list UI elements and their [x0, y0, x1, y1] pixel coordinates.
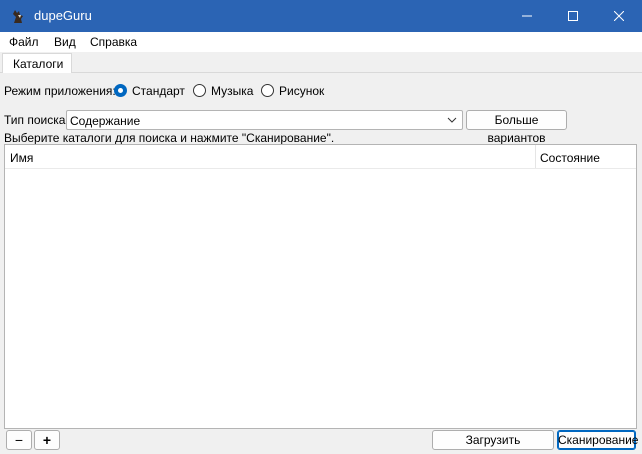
minimize-button[interactable] — [504, 0, 550, 32]
radio-music[interactable] — [193, 84, 206, 97]
add-directory-button[interactable]: + — [34, 430, 60, 450]
tab-strip: Каталоги — [0, 52, 642, 74]
directories-panel: Режим приложения: Стандарт Музыка Рисуно… — [0, 73, 642, 454]
scan-type-value: Содержание — [70, 114, 141, 128]
tree-header: Имя Состояние — [5, 145, 636, 169]
column-state-header[interactable]: Состояние — [540, 151, 600, 165]
menu-file[interactable]: Файл — [9, 35, 39, 49]
menu-bar: Файл Вид Справка — [0, 32, 642, 52]
close-icon — [614, 11, 624, 21]
scan-button[interactable]: Сканирование — [557, 430, 638, 450]
title-bar: dupeGuru — [0, 0, 642, 32]
column-separator[interactable] — [535, 145, 536, 168]
menu-help[interactable]: Справка — [90, 35, 137, 49]
column-name-header[interactable]: Имя — [10, 151, 33, 165]
radio-picture-label[interactable]: Рисунок — [279, 84, 324, 98]
scan-type-label: Тип поиска: — [4, 113, 69, 127]
radio-standard-label[interactable]: Стандарт — [132, 84, 185, 98]
maximize-icon — [568, 11, 578, 21]
maximize-button[interactable] — [550, 0, 596, 32]
load-results-button[interactable]: Загрузить результаты — [432, 430, 554, 454]
radio-standard[interactable] — [114, 84, 127, 97]
chevron-down-icon — [447, 117, 457, 123]
close-button[interactable] — [596, 0, 642, 32]
radio-picture[interactable] — [261, 84, 274, 97]
directory-tree[interactable]: Имя Состояние — [4, 144, 637, 429]
tab-directories[interactable]: Каталоги — [2, 53, 72, 74]
app-logo-icon — [13, 10, 23, 23]
menu-view[interactable]: Вид — [54, 35, 76, 49]
scan-type-select[interactable]: Содержание — [66, 110, 463, 130]
hint-text: Выберите каталоги для поиска и нажмите "… — [4, 131, 335, 145]
radio-music-label[interactable]: Музыка — [211, 84, 253, 98]
remove-directory-button[interactable]: − — [6, 430, 32, 450]
app-mode-label: Режим приложения: — [4, 84, 116, 98]
window-title: dupeGuru — [34, 8, 92, 23]
more-options-button[interactable]: Больше вариантов — [466, 110, 567, 145]
minimize-icon — [522, 15, 532, 17]
